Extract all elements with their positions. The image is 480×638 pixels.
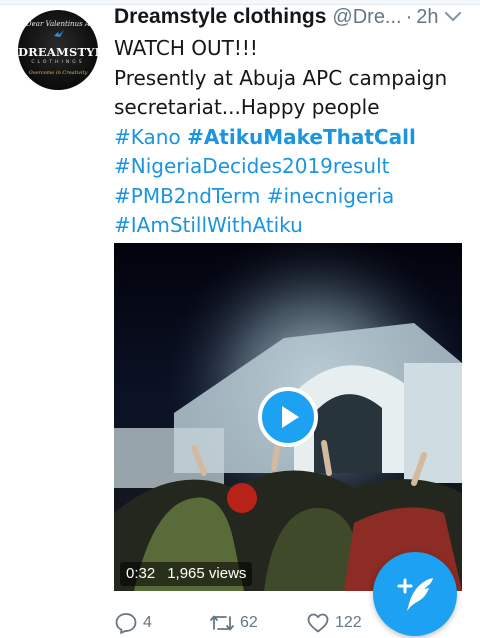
hashtag-iamstillwithatiku[interactable]: #IAmStillWithAtiku: [114, 213, 303, 237]
tweet-header: Dreamstyle clothings @Dre... · 2h: [114, 5, 470, 31]
avatar-motto: Overcome in Creativity: [28, 70, 88, 76]
hashtag-inecnigeria[interactable]: #inecnigeria: [267, 184, 395, 208]
hashtag-atikumakethatcall[interactable]: #AtikuMakeThatCall: [187, 125, 416, 149]
compose-tweet-icon: [397, 578, 433, 611]
reply-count: 4: [143, 614, 152, 631]
caret-down-icon[interactable]: [444, 10, 462, 24]
tweet-line-4: #Kano #AtikuMakeThatCall: [114, 123, 474, 153]
hashtag-pmb2ndterm[interactable]: #PMB2ndTerm: [114, 184, 260, 208]
avatar-sub: CLOTHINGS: [31, 60, 85, 65]
video-duration: 0:32: [126, 565, 156, 582]
display-name[interactable]: Dreamstyle clothings: [114, 5, 326, 28]
tweet-text: WATCH OUT!!! Presently at Abuja APC camp…: [114, 34, 474, 241]
reply-action[interactable]: 4: [114, 608, 152, 638]
video-meta: 0:32 1,965 views: [120, 562, 253, 586]
video-views: 1,965 views: [167, 565, 247, 582]
compose-tweet-button[interactable]: [373, 552, 457, 636]
retweet-action[interactable]: 62: [209, 608, 258, 638]
timestamp[interactable]: 2h: [416, 6, 438, 28]
hashtag-nigeriadecides[interactable]: #NigeriaDecides2019result: [114, 154, 389, 178]
retweet-icon: [210, 615, 234, 631]
avatar-tagline: Dear Valentinus A: [26, 20, 90, 28]
tweet-line-3: secretariat...Happy people: [114, 95, 380, 119]
separator-dot: ·: [405, 6, 413, 28]
play-icon: [282, 406, 299, 428]
retweet-count: 62: [240, 614, 258, 631]
user-handle[interactable]: @Dre...: [332, 6, 401, 28]
avatar-bird-icon: [54, 30, 64, 37]
tweet-line-6: #PMB2ndTerm #inecnigeria: [114, 182, 474, 212]
play-button[interactable]: [258, 387, 318, 447]
tweet-line-2: Presently at Abuja APC campaign: [114, 65, 448, 90]
avatar-brand: DREAMSTYLE: [18, 45, 98, 59]
like-count: 122: [335, 614, 362, 631]
avatar[interactable]: Dear Valentinus A DREAMSTYLE CLOTHINGS O…: [18, 10, 98, 90]
tweet-line-1: WATCH OUT!!!: [114, 36, 258, 60]
reply-icon: [115, 613, 137, 634]
hashtag-kano[interactable]: #Kano: [114, 125, 181, 149]
tweet-line-7: #IAmStillWithAtiku: [114, 211, 474, 241]
like-action[interactable]: 122: [306, 608, 362, 638]
like-icon: [307, 613, 329, 633]
tweet-line-5: #NigeriaDecides2019result: [114, 152, 474, 182]
